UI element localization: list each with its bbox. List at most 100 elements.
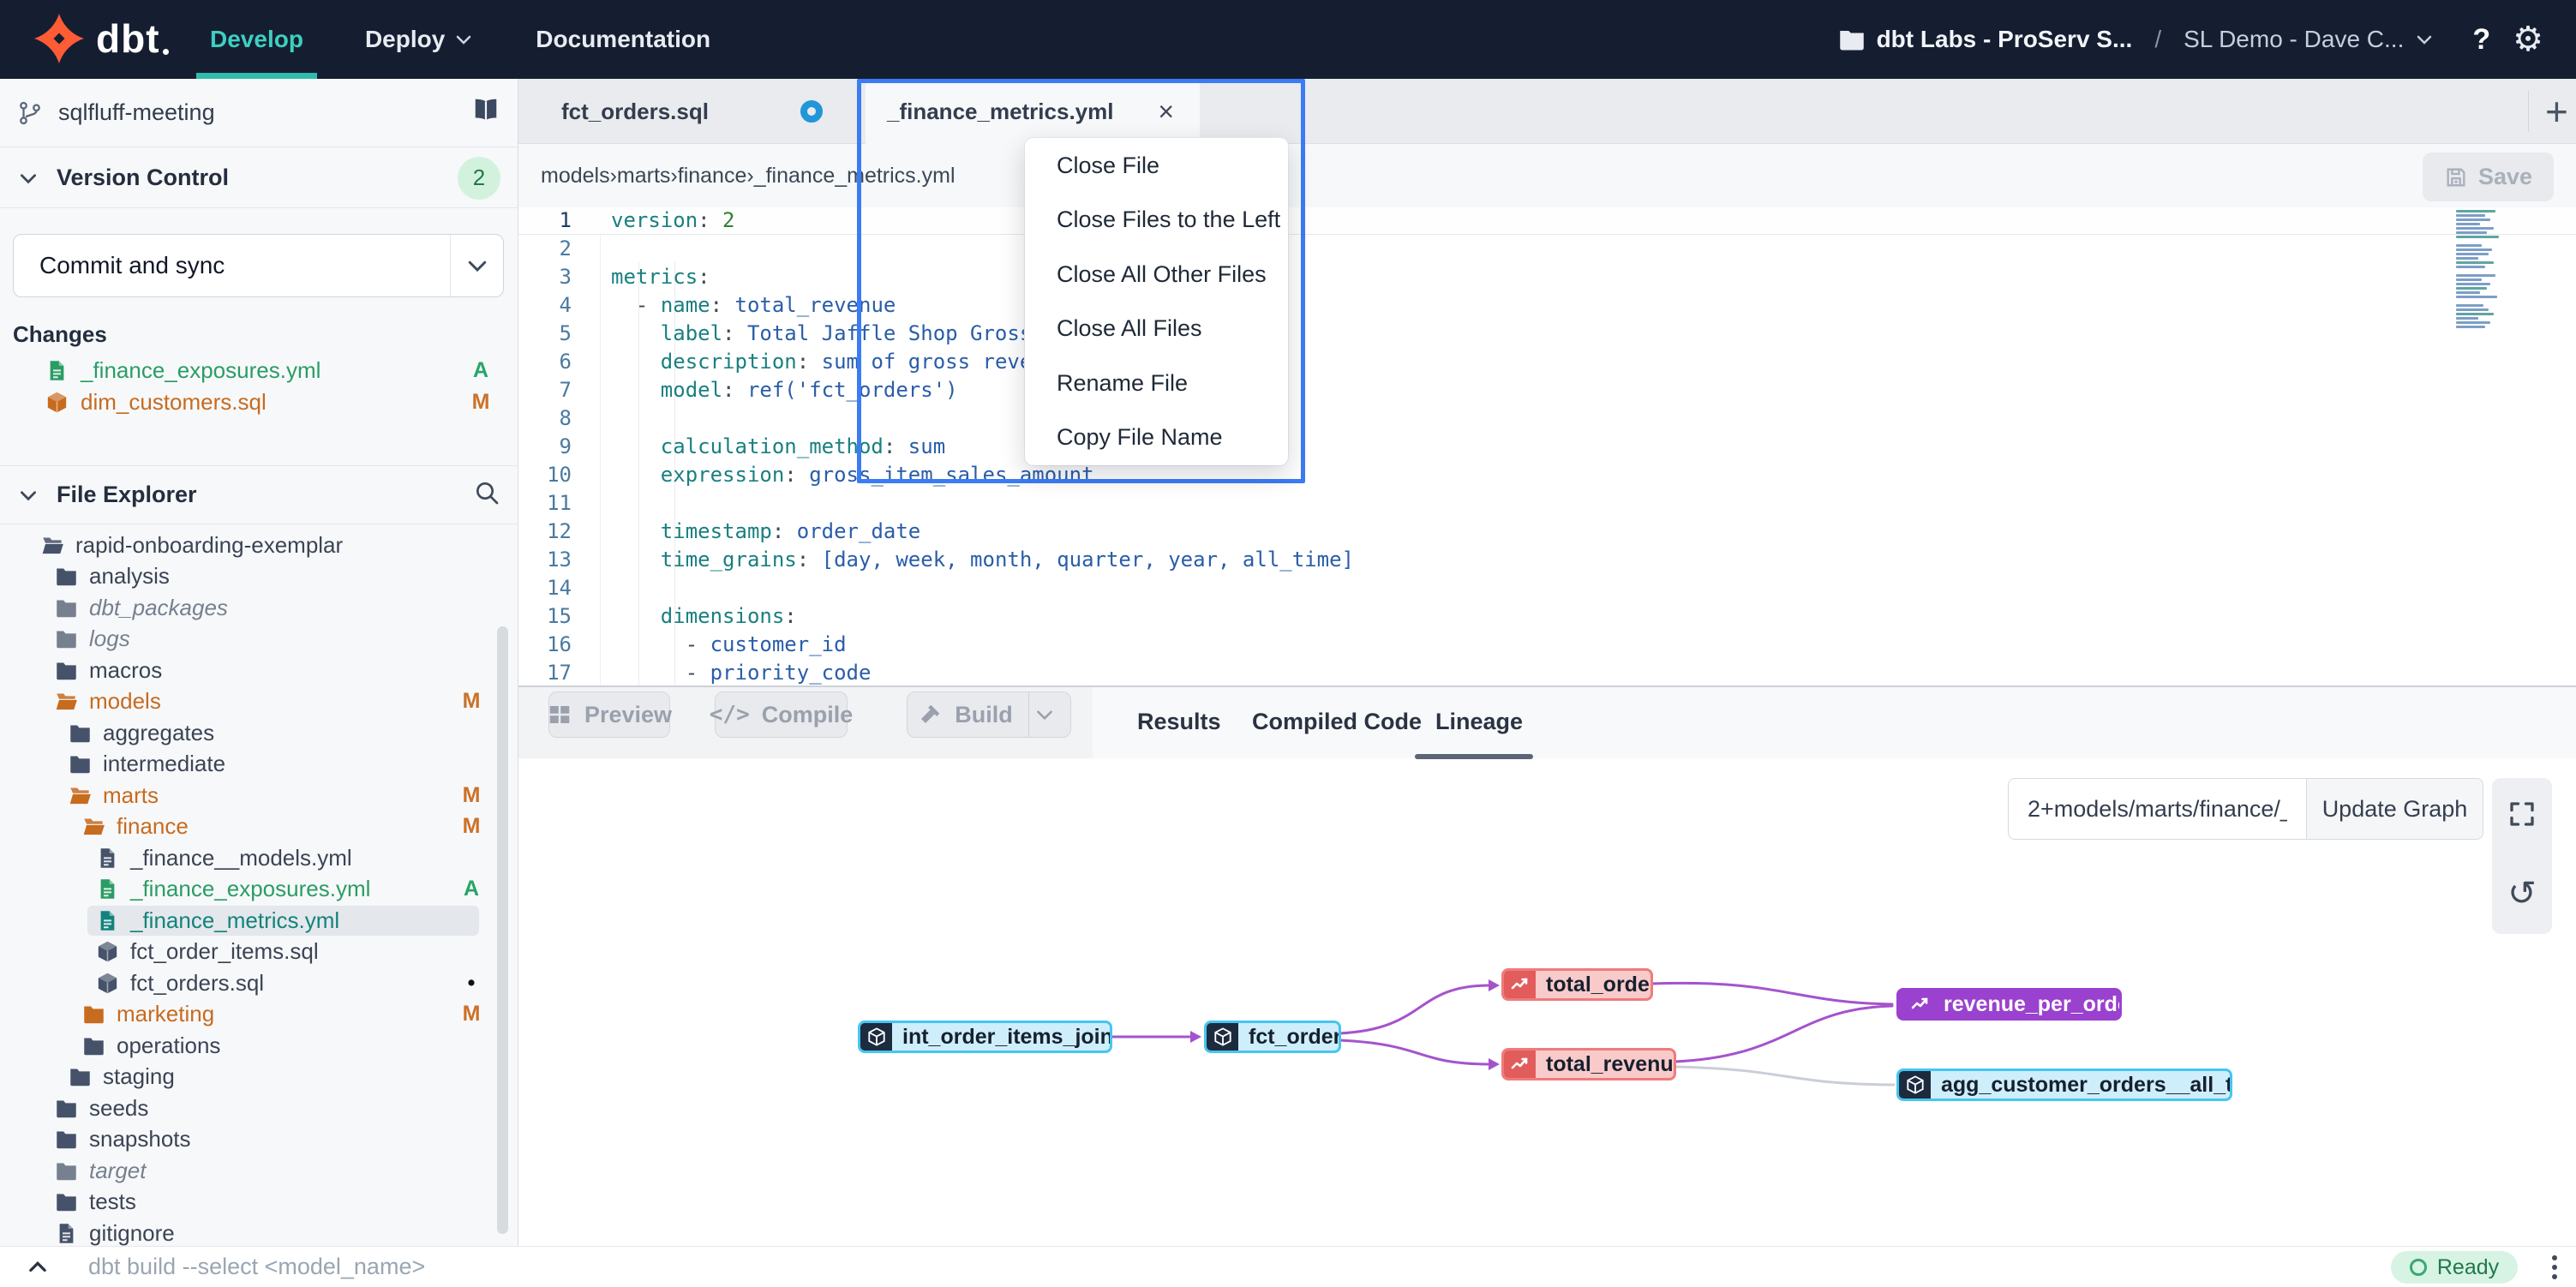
code-line-15[interactable]: 15 dimensions: [518, 602, 2576, 630]
lineage-node-total_revenue[interactable]: total_revenue [1501, 1048, 1676, 1080]
context-menu-item-close-files-to-the-left[interactable]: Close Files to the Left [1025, 193, 1288, 248]
tree-item-rapid-onboarding-exemplar[interactable]: rapid-onboarding-exemplar [0, 530, 518, 561]
dbt-logo[interactable]: dbt [34, 14, 169, 63]
breadcrumb-item-marts[interactable]: marts [617, 164, 671, 189]
project-switcher[interactable]: SL Demo - Dave C... [2184, 26, 2435, 53]
tree-item-logs[interactable]: logs [0, 624, 518, 655]
panel-tab-compiled-code[interactable]: Compiled Code [1252, 687, 1422, 756]
code-line-9[interactable]: 9 calculation_method: sum [518, 432, 2576, 460]
code-line-10[interactable]: 10 expression: gross_item_sales_amount [518, 460, 2576, 488]
nav-item-documentation[interactable]: Documentation [536, 0, 710, 79]
gear-icon[interactable]: ⚙ [2513, 22, 2543, 57]
commit-and-sync-button[interactable]: Commit and sync [13, 234, 504, 297]
save-button[interactable]: Save [2423, 153, 2554, 201]
panel-tab-results[interactable]: Results [1137, 687, 1221, 756]
editor-minimap[interactable] [2456, 210, 2513, 304]
file-explorer-header[interactable]: File Explorer [0, 465, 518, 524]
code-line-1[interactable]: 1version: 2 [518, 206, 2576, 234]
code-line-6[interactable]: 6 description: sum of gross revenue [518, 347, 2576, 375]
tree-item-intermediate[interactable]: intermediate [0, 749, 518, 781]
tree-item-snapshots[interactable]: snapshots [0, 1124, 518, 1156]
code-line-16[interactable]: 16 - customer_id [518, 630, 2576, 658]
tree-item-fct_orders.sql[interactable]: fct_orders.sql• [0, 967, 518, 999]
tree-item-finance[interactable]: financeM [0, 811, 518, 843]
tree-item-staging[interactable]: staging [0, 1062, 518, 1093]
hammer-icon [917, 702, 943, 727]
preview-button[interactable]: Preview [548, 691, 670, 738]
code-line-3[interactable]: 3metrics: [518, 262, 2576, 290]
code-line-5[interactable]: 5 label: Total Jaffle Shop Gross Re [518, 319, 2576, 347]
kebab-menu-icon[interactable] [2542, 1250, 2567, 1284]
code-line-2[interactable]: 2 [518, 234, 2576, 262]
panel-tab-lineage[interactable]: Lineage [1435, 687, 1523, 756]
build-button[interactable]: Build [907, 691, 1071, 738]
tree-item-models[interactable]: modelsM [0, 686, 518, 718]
version-control-header[interactable]: Version Control 2 [0, 148, 518, 208]
code-line-14[interactable]: 14 [518, 573, 2576, 602]
tree-item-target[interactable]: target [0, 1155, 518, 1187]
tree-item-_finance__models.yml[interactable]: _finance__models.yml [0, 842, 518, 874]
changed-file-dim_customers.sql[interactable]: dim_customers.sqlM [0, 386, 518, 418]
tree-item-marketing[interactable]: marketingM [0, 999, 518, 1031]
command-input[interactable] [88, 1254, 2216, 1280]
new-tab-button[interactable]: + [2541, 79, 2576, 144]
tree-item-gitignore[interactable]: gitignore [0, 1218, 518, 1246]
lineage-node-revenue_per_order[interactable]: revenue_per_order [1896, 988, 2122, 1021]
changed-file-_finance_exposures.yml[interactable]: _finance_exposures.ymlA [0, 355, 518, 386]
tree-item-operations[interactable]: operations [0, 1030, 518, 1062]
code-line-13[interactable]: 13 time_grains: [day, week, month, quart… [518, 545, 2576, 573]
fullscreen-icon[interactable] [2507, 799, 2537, 834]
context-menu-item-rename-file[interactable]: Rename File [1025, 356, 1288, 411]
commit-options-dropdown[interactable] [450, 235, 503, 296]
tree-item-marts[interactable]: martsM [0, 780, 518, 811]
context-menu-item-close-all-files[interactable]: Close All Files [1025, 302, 1288, 356]
git-status-badge: M [457, 1002, 486, 1027]
tree-item-seeds[interactable]: seeds [0, 1092, 518, 1124]
lineage-node-int_order_items_joined[interactable]: int_order_items_joined [858, 1021, 1112, 1053]
breadcrumb-item-models[interactable]: models [541, 164, 610, 189]
context-menu-item-close-file[interactable]: Close File [1025, 138, 1288, 193]
tree-item-_finance_metrics.yml[interactable]: _finance_metrics.yml [0, 905, 518, 937]
docs-book-icon[interactable] [471, 97, 500, 129]
tree-item-analysis[interactable]: analysis [0, 561, 518, 593]
account-switcher[interactable]: dbt Labs - ProServ S... [1839, 26, 2133, 53]
breadcrumb-item-_finance_metrics.yml[interactable]: _finance_metrics.yml [754, 164, 956, 189]
branch-name[interactable]: sqlfluff-meeting [58, 99, 215, 126]
tree-item-tests[interactable]: tests [0, 1187, 518, 1218]
tree-item-dbt_packages[interactable]: dbt_packages [0, 592, 518, 624]
breadcrumb-item-finance[interactable]: finance [678, 164, 747, 189]
context-menu-item-copy-file-name[interactable]: Copy File Name [1025, 410, 1288, 465]
lineage-node-agg_customer_orders__all_time[interactable]: agg_customer_orders__all_time [1896, 1069, 2232, 1101]
lineage-node-fct_orders[interactable]: fct_orders [1204, 1021, 1341, 1053]
reset-view-icon[interactable]: ↺ [2507, 874, 2537, 913]
compile-button[interactable]: </>Compile [715, 691, 848, 738]
code-line-4[interactable]: 4 - name: total_revenue [518, 290, 2576, 319]
context-menu-item-close-all-other-files[interactable]: Close All Other Files [1025, 247, 1288, 302]
code-line-12[interactable]: 12 timestamp: order_date [518, 517, 2576, 545]
expand-console-icon[interactable] [24, 1255, 51, 1279]
tree-item-macros[interactable]: macros [0, 655, 518, 686]
code-line-11[interactable]: 11 [518, 488, 2576, 517]
help-button[interactable]: ? [2472, 23, 2490, 57]
tree-item-fct_order_items.sql[interactable]: fct_order_items.sql [0, 937, 518, 968]
breadcrumb-chevron-icon: › [746, 164, 753, 189]
code-line-8[interactable]: 8 [518, 404, 2576, 432]
git-status-badge: M [468, 390, 494, 415]
sidebar-scrollbar[interactable] [497, 626, 508, 1234]
code-editor[interactable]: 1version: 223metrics:4 - name: total_rev… [518, 206, 2576, 687]
tab-fct-orders-sql[interactable]: fct_orders.sql [518, 79, 857, 144]
tree-item-_finance_exposures.yml[interactable]: _finance_exposures.ymlA [0, 874, 518, 906]
lineage-node-total_orders[interactable]: total_orders [1501, 968, 1653, 1001]
update-graph-button[interactable]: Update Graph [2306, 778, 2483, 840]
nav-item-develop[interactable]: Develop [210, 0, 303, 79]
folder-icon [55, 627, 78, 650]
nav-item-deploy[interactable]: Deploy [365, 0, 474, 79]
tree-item-aggregates[interactable]: aggregates [0, 717, 518, 749]
code-line-17[interactable]: 17 - priority_code [518, 658, 2576, 686]
build-options-dropdown[interactable] [1028, 692, 1061, 737]
close-icon[interactable]: × [1158, 96, 1174, 128]
code-line-7[interactable]: 7 model: ref('fct_orders') [518, 375, 2576, 404]
search-icon[interactable] [473, 479, 500, 511]
lineage-selector-input[interactable] [2008, 778, 2306, 840]
tab-finance-metrics-yml[interactable]: _finance_metrics.yml × [866, 79, 1200, 144]
